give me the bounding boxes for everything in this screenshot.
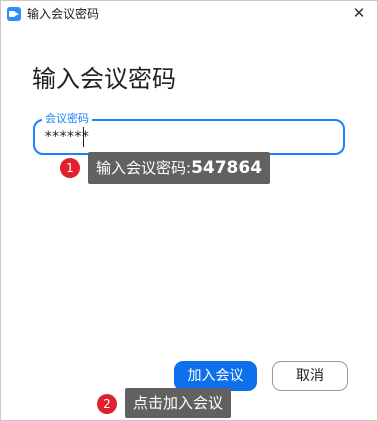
- text-caret: [83, 127, 84, 147]
- page-title: 输入会议密码: [32, 65, 176, 93]
- cancel-button[interactable]: 取消: [272, 361, 348, 391]
- password-value: ******: [44, 129, 90, 145]
- join-meeting-button[interactable]: 加入会议: [174, 361, 257, 391]
- step-1-password: 547864: [191, 158, 263, 178]
- step-2-tooltip: 点击加入会议: [125, 388, 232, 418]
- step-1-badge: 1: [60, 158, 80, 178]
- title-bar: 输入会议密码 ✕: [1, 1, 377, 27]
- window-title: 输入会议密码: [27, 7, 100, 21]
- password-field-label: 会议密码: [42, 112, 92, 126]
- close-button[interactable]: ✕: [349, 3, 369, 23]
- step-1-tooltip: 输入会议密码:547864: [88, 152, 271, 184]
- step-2-badge: 2: [97, 394, 117, 414]
- dialog-window: 输入会议密码 ✕ 输入会议密码 会议密码 ****** 加入会议 取消: [0, 0, 378, 421]
- zoom-camera-icon: [7, 7, 21, 21]
- password-input[interactable]: 会议密码 ******: [33, 112, 345, 155]
- step-1-text: 输入会议密码:: [96, 159, 192, 177]
